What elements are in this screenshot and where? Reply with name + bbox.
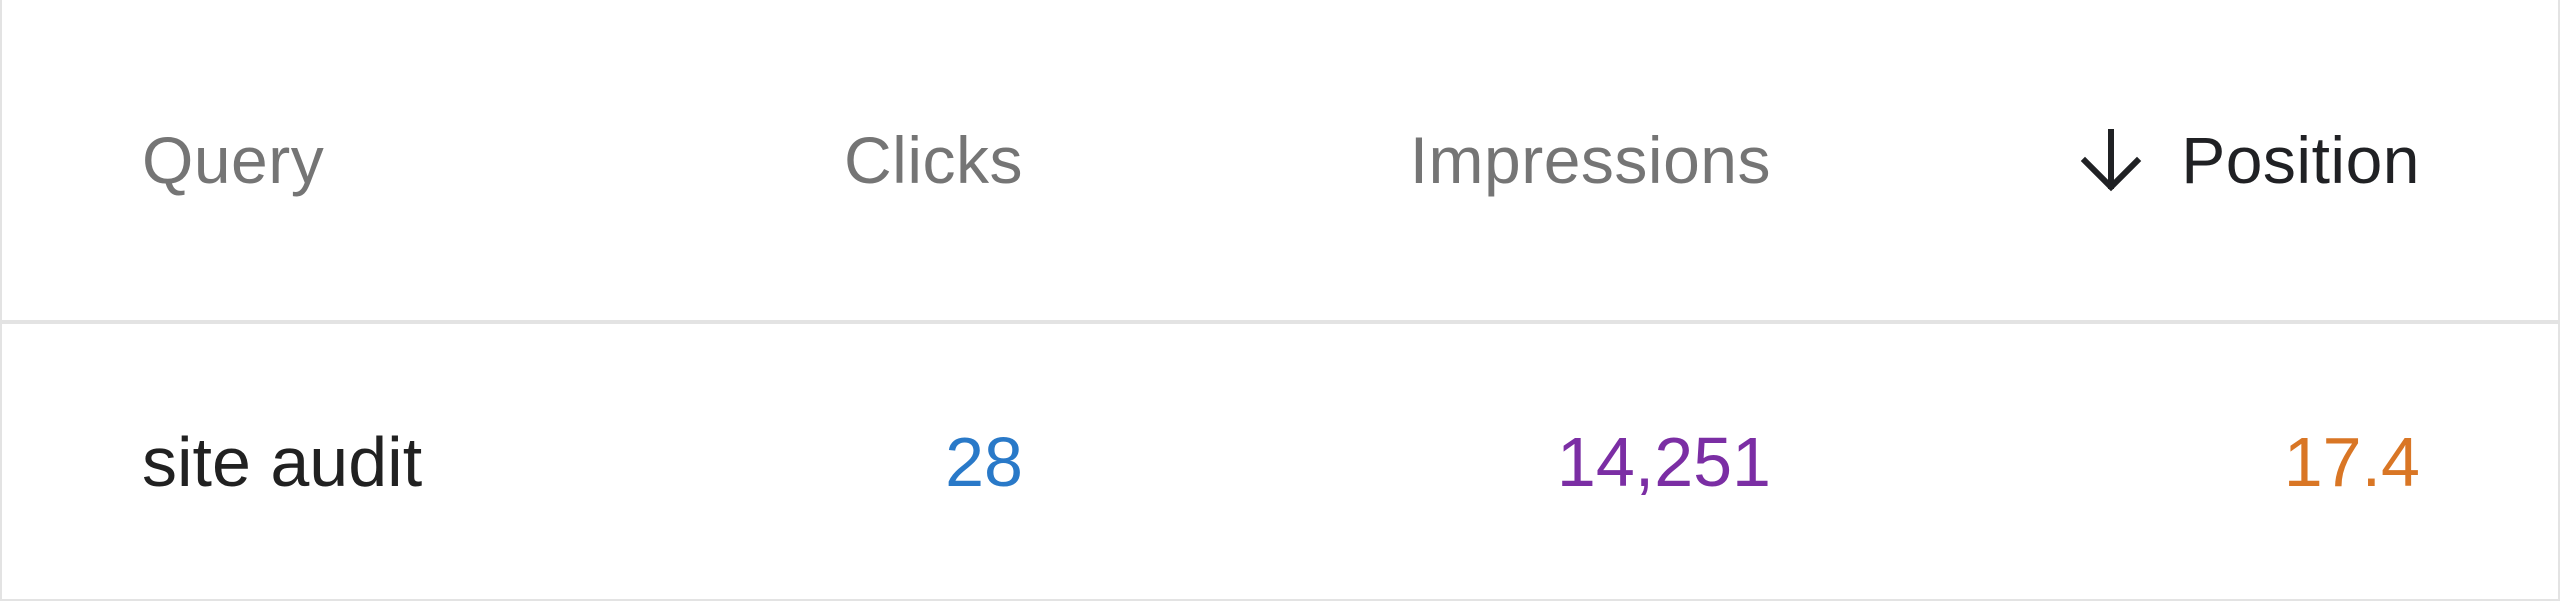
column-header-position[interactable]: Position [2079, 0, 2420, 320]
table-row[interactable]: site audit 28 14,251 17.4 [2, 324, 2558, 599]
position-value: 17.4 [2283, 422, 2420, 501]
column-header-impressions[interactable]: Impressions [1410, 0, 1771, 320]
clicks-value: 28 [945, 422, 1023, 501]
table-header-row: Query Clicks Impressions Position [2, 0, 2558, 324]
column-header-label: Clicks [844, 123, 1023, 197]
column-header-clicks[interactable]: Clicks [844, 0, 1023, 320]
arrow-down-icon [2080, 129, 2142, 192]
query-cell: site audit [142, 324, 422, 599]
column-header-query[interactable]: Query [142, 0, 324, 320]
impressions-value: 14,251 [1556, 422, 1771, 501]
performance-table: Query Clicks Impressions Position site a… [0, 0, 2560, 601]
column-header-label: Impressions [1409, 123, 1771, 197]
impressions-cell: 14,251 [1557, 324, 1771, 599]
query-text: site audit [142, 422, 423, 501]
column-header-label: Query [142, 123, 325, 197]
position-cell: 17.4 [2284, 324, 2420, 599]
clicks-cell: 28 [945, 324, 1023, 599]
column-header-label: Position [2181, 123, 2420, 197]
